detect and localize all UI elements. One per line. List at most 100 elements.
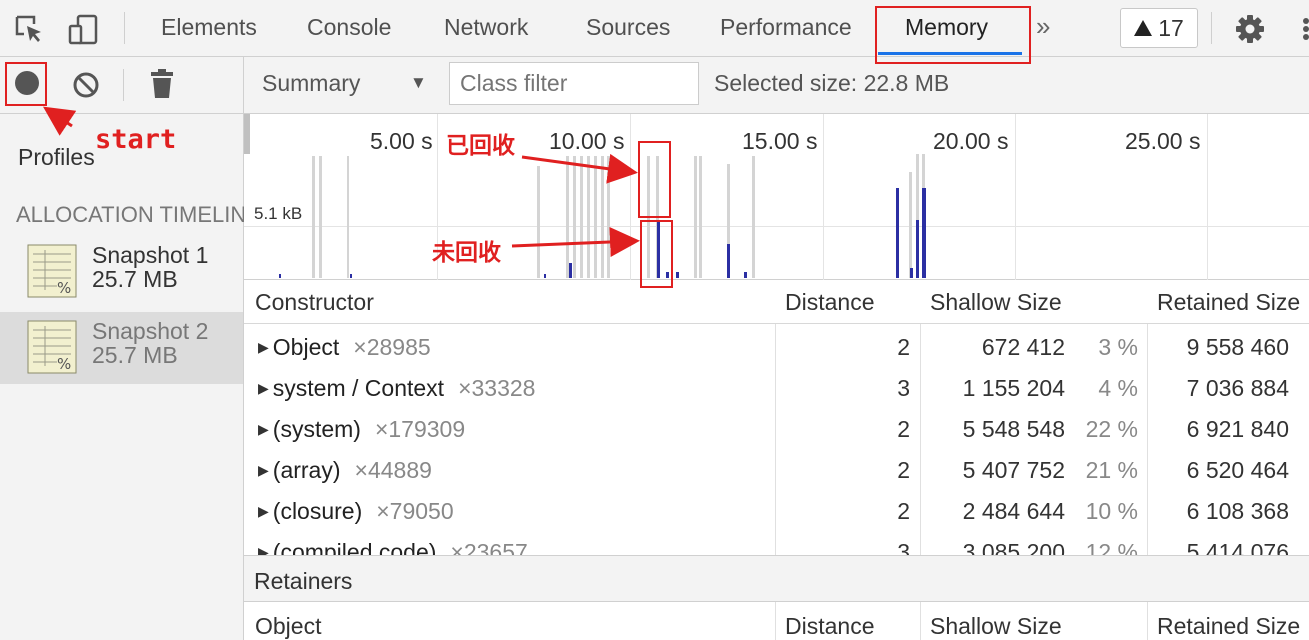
allocation-bar-freed	[909, 172, 912, 278]
toolbar-divider	[1211, 12, 1212, 44]
allocation-bar-freed	[694, 156, 697, 278]
column-header-retained-size[interactable]: Retained Size	[1157, 289, 1300, 316]
instance-count: ×33328	[458, 375, 536, 401]
tab-network[interactable]: Network	[444, 14, 528, 41]
kebab-menu-icon[interactable]	[1290, 12, 1309, 46]
timeline-baseline	[244, 226, 1309, 227]
timeline-tick-label: 10.00 s	[549, 128, 625, 154]
constructor-name: (system)	[272, 416, 361, 442]
expand-triangle-icon[interactable]: ▶	[258, 462, 269, 479]
retainers-title: Retainers	[254, 568, 353, 594]
more-tabs-icon[interactable]: »	[1036, 11, 1050, 42]
constructor-cell: ▶ Object ×28985	[258, 334, 431, 361]
column-divider	[920, 602, 921, 640]
warnings-counter[interactable]: 17	[1120, 8, 1198, 48]
allocation-bar-live	[727, 244, 730, 278]
column-header-constructor[interactable]: Constructor	[255, 289, 374, 316]
class-filter-input[interactable]	[449, 62, 699, 105]
column-header-object[interactable]: Object	[255, 613, 321, 640]
constructor-name: Object	[272, 334, 340, 360]
distance-cell: 2	[897, 457, 910, 483]
svg-text:%: %	[57, 279, 71, 297]
expand-triangle-icon[interactable]: ▶	[258, 503, 269, 520]
allocation-bar-freed	[594, 156, 597, 278]
summary-toolbar: Summary ▼ Selected size: 22.8 MB	[244, 57, 1309, 114]
shallow-percent-cell: 12 %	[1085, 539, 1138, 556]
constructor-cell: ▶ system / Context ×33328	[258, 375, 535, 402]
table-header: Constructor Distance Shallow Size Retain…	[244, 280, 1309, 324]
shallow-size-cell: 5 548 548	[962, 416, 1065, 442]
column-divider	[1147, 602, 1148, 640]
timeline-gridline	[1015, 114, 1016, 280]
instance-count: ×23657	[450, 539, 528, 556]
column-header-shallow-size[interactable]: Shallow Size	[930, 289, 1062, 316]
profiles-title: Profiles	[18, 144, 95, 170]
constructor-name: (closure)	[272, 498, 363, 524]
expand-triangle-icon[interactable]: ▶	[258, 421, 269, 438]
tab-performance[interactable]: Performance	[720, 14, 852, 41]
table-row[interactable]: ▶ (compiled code) ×23657 3 3 085 200 12 % …	[244, 531, 1309, 556]
allocation-bar-freed	[566, 156, 569, 278]
allocation-bar-live	[916, 220, 919, 278]
dropdown-arrow-icon[interactable]: ▼	[410, 73, 427, 93]
allocation-timeline[interactable]: 5.00 s 10.00 s 15.00 s 20.00 s 25.00 s 5…	[244, 114, 1309, 280]
column-header-shallow-size[interactable]: Shallow Size	[930, 613, 1062, 640]
distance-cell: 3	[897, 375, 910, 401]
column-header-distance[interactable]: Distance	[785, 289, 874, 316]
table-row[interactable]: ▶ Object ×28985 2 672 412 3 % 9 558 460	[244, 326, 1309, 367]
trash-icon[interactable]	[148, 67, 176, 101]
instance-count: ×44889	[354, 457, 432, 483]
toolbar-divider	[123, 69, 124, 101]
tab-sources[interactable]: Sources	[586, 14, 670, 41]
constructor-cell: ▶ (closure) ×79050	[258, 498, 454, 525]
profiles-sidebar: Profiles ALLOCATION TIMELINES % Snapshot…	[0, 114, 244, 640]
shallow-size-cell: 672 412	[981, 334, 1065, 360]
expand-triangle-icon[interactable]: ▶	[258, 544, 269, 555]
selected-size-label: Selected size: 22.8 MB	[714, 70, 950, 96]
timeline-gridline	[1207, 114, 1208, 280]
warning-icon	[1134, 20, 1153, 36]
allocation-timelines-header: ALLOCATION TIMELINES	[16, 202, 244, 227]
timeline-scroll-handle[interactable]	[244, 114, 250, 154]
column-header-retained-size[interactable]: Retained Size	[1157, 613, 1300, 640]
constructor-cell: ▶ (array) ×44889	[258, 457, 432, 484]
device-toggle-icon[interactable]	[66, 12, 100, 46]
snapshot-item[interactable]: % Snapshot 1 25.7 MB	[0, 236, 243, 308]
expand-triangle-icon[interactable]: ▶	[258, 380, 269, 397]
retained-size-cell: 7 036 884	[1186, 375, 1289, 401]
tab-elements[interactable]: Elements	[161, 14, 257, 41]
constructor-cell: ▶ (compiled code) ×23657	[258, 539, 528, 556]
gear-icon[interactable]	[1233, 12, 1267, 46]
not-collected-annotation: 未回收	[432, 240, 501, 266]
table-row[interactable]: ▶ (system) ×179309 2 5 548 548 22 % 6 921 …	[244, 408, 1309, 449]
shallow-size-cell: 5 407 752	[962, 457, 1065, 483]
clear-icon[interactable]	[70, 69, 102, 101]
table-row[interactable]: ▶ system / Context ×33328 3 1 155 204 4 % …	[244, 367, 1309, 408]
allocation-bar-freed	[312, 156, 315, 278]
tab-console[interactable]: Console	[307, 14, 391, 41]
constructor-table: Constructor Distance Shallow Size Retain…	[244, 280, 1309, 556]
toolbar-divider	[124, 12, 125, 44]
inspect-element-icon[interactable]	[12, 12, 46, 46]
allocation-bar-freed	[587, 156, 590, 278]
allocation-bar-live	[676, 272, 679, 278]
allocation-bar-freed	[573, 156, 576, 278]
allocation-bar-live	[744, 272, 747, 278]
table-row[interactable]: ▶ (array) ×44889 2 5 407 752 21 % 6 520 46…	[244, 449, 1309, 490]
table-row[interactable]: ▶ (closure) ×79050 2 2 484 644 10 % 6 108 …	[244, 490, 1309, 531]
snapshot-item-selected[interactable]: % Snapshot 2 25.7 MB	[0, 312, 243, 384]
constructor-name: (array)	[272, 457, 341, 483]
column-header-distance[interactable]: Distance	[785, 613, 874, 640]
timeline-tick-label: 25.00 s	[1125, 128, 1201, 154]
not-collected-highlight	[640, 220, 673, 288]
record-button-highlight	[5, 62, 47, 106]
retained-size-cell: 6 921 840	[1186, 416, 1289, 442]
snapshot-name: Snapshot 2	[92, 318, 209, 344]
allocation-bar-freed	[752, 156, 755, 278]
instance-count: ×79050	[376, 498, 454, 524]
allocation-bar-freed	[580, 156, 583, 278]
svg-text:%: %	[57, 355, 71, 373]
timeline-scale-label: 5.1 kB	[254, 204, 303, 223]
expand-triangle-icon[interactable]: ▶	[258, 339, 269, 356]
shallow-size-cell: 3 085 200	[962, 539, 1065, 556]
